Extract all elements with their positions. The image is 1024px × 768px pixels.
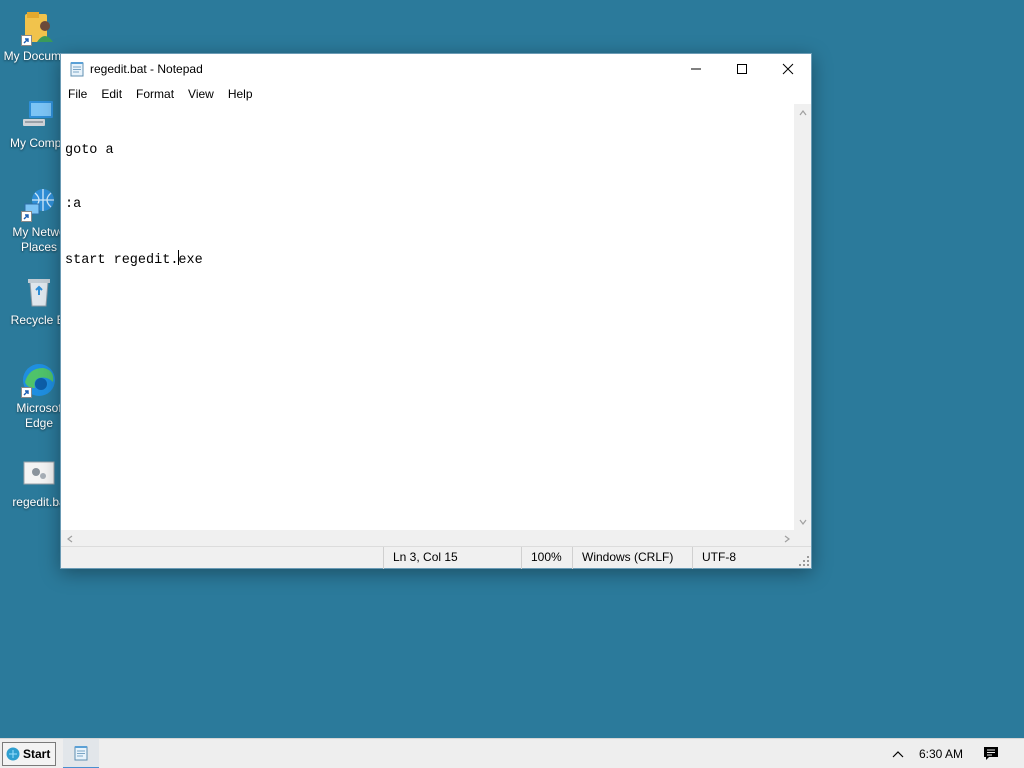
- editor-line-after-caret: exe: [178, 253, 203, 268]
- menu-file[interactable]: File: [61, 84, 94, 104]
- menu-help[interactable]: Help: [221, 84, 260, 104]
- status-zoom: 100%: [521, 547, 572, 569]
- notepad-app-icon: [70, 62, 84, 77]
- notification-icon: [984, 747, 998, 760]
- menu-bar: File Edit Format View Help: [61, 84, 811, 104]
- start-button[interactable]: Start: [2, 742, 56, 766]
- editor-line-caret: start regedit.exe: [65, 250, 791, 268]
- chevron-up-icon: [892, 751, 904, 758]
- chevron-right-icon: [784, 535, 790, 542]
- window-title: regedit.bat - Notepad: [90, 62, 203, 76]
- minimize-button[interactable]: [673, 54, 719, 84]
- maximize-button[interactable]: [719, 54, 765, 84]
- desktop-icon-label: My Netwo Places: [12, 225, 66, 254]
- recycle-bin-icon: [21, 274, 57, 310]
- editor-line: :a: [65, 197, 82, 212]
- desktop-icon-label: Recycle Bi: [10, 313, 68, 327]
- editor-line: goto a: [65, 143, 114, 158]
- horizontal-scrollbar[interactable]: [61, 530, 795, 547]
- notepad-app-icon: [74, 746, 88, 761]
- show-hidden-icons-button[interactable]: [888, 745, 908, 763]
- status-position: Ln 3, Col 15: [383, 547, 521, 569]
- start-label: Start: [23, 747, 51, 761]
- scroll-left-button[interactable]: [61, 530, 78, 547]
- close-icon: [782, 63, 794, 75]
- taskbar-notepad-button[interactable]: [63, 739, 99, 768]
- shortcut-arrow-icon: [21, 387, 32, 398]
- scroll-right-button[interactable]: [778, 530, 795, 547]
- action-center-button[interactable]: [978, 743, 1004, 765]
- chevron-down-icon: [799, 519, 806, 525]
- menu-edit[interactable]: Edit: [94, 84, 129, 104]
- batch-file-icon: [21, 456, 57, 492]
- shortcut-arrow-icon: [21, 211, 32, 222]
- close-button[interactable]: [765, 54, 811, 84]
- network-places-icon: [21, 186, 57, 222]
- menu-format[interactable]: Format: [129, 84, 181, 104]
- menu-view[interactable]: View: [181, 84, 221, 104]
- status-bar: Ln 3, Col 15 100% Windows (CRLF) UTF-8: [61, 546, 811, 569]
- desktop-icon-label: Microsof Edge: [16, 401, 62, 430]
- scrollbar-corner: [794, 530, 811, 547]
- vertical-scrollbar[interactable]: [794, 104, 811, 530]
- start-orb-icon: [6, 747, 20, 761]
- edge-icon: [21, 362, 57, 398]
- desktop-icon-label: regedit.ba: [12, 495, 66, 509]
- shortcut-arrow-icon: [21, 35, 32, 46]
- taskbar-clock[interactable]: 6:30 AM: [912, 739, 970, 768]
- resize-grip-icon[interactable]: [798, 555, 810, 567]
- minimize-icon: [691, 68, 701, 70]
- text-editor[interactable]: goto a :a start regedit.exe: [61, 104, 795, 530]
- folder-user-icon: [21, 10, 57, 46]
- computer-icon: [21, 97, 57, 133]
- status-encoding: UTF-8: [692, 547, 796, 569]
- scroll-up-button[interactable]: [794, 104, 811, 121]
- editor-line-before-caret: start regedit.: [65, 253, 179, 268]
- chevron-up-icon: [799, 109, 806, 115]
- title-bar[interactable]: regedit.bat - Notepad: [61, 54, 811, 84]
- maximize-icon: [737, 64, 747, 74]
- status-line-endings: Windows (CRLF): [572, 547, 692, 569]
- scroll-down-button[interactable]: [794, 513, 811, 530]
- notepad-window: regedit.bat - Notepad File Edit Format V…: [60, 53, 812, 569]
- taskbar: Start 6:30 AM: [0, 738, 1024, 768]
- chevron-left-icon: [66, 535, 72, 542]
